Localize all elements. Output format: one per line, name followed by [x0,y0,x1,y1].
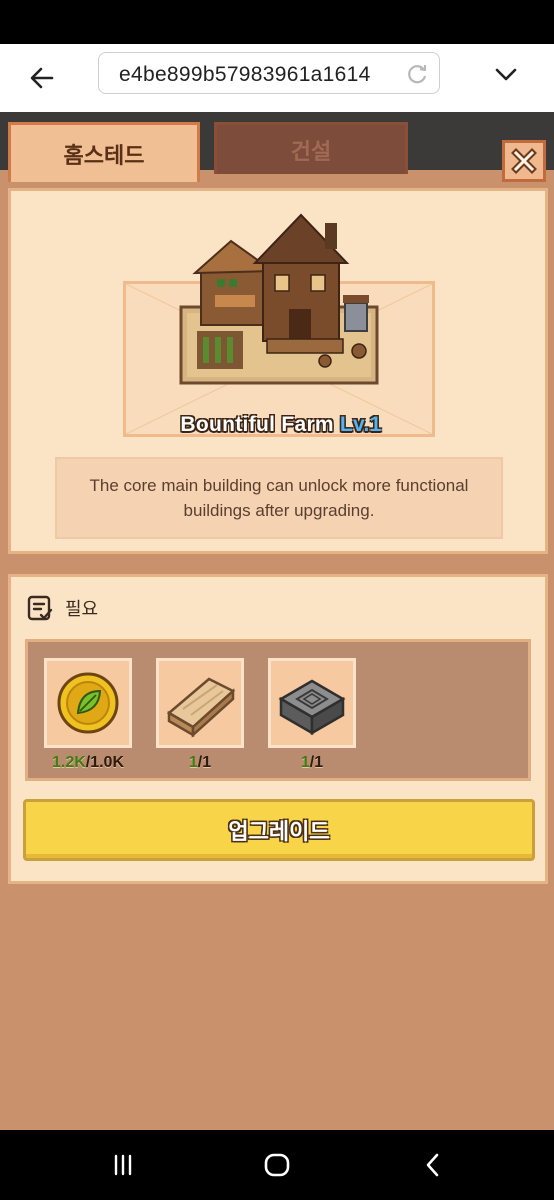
requirement-count-wood: 1/1 [140,754,260,772]
tabs-dropdown-button[interactable] [490,58,522,90]
requirement-slot-wood[interactable] [156,658,244,748]
requirement-need-stone: /1 [309,754,324,771]
recent-apps-icon [114,1154,132,1176]
arrow-left-icon [30,67,54,89]
building-description: The core main building can unlock more f… [89,476,469,520]
requirement-slot-stone[interactable] [268,658,356,748]
address-bar[interactable]: e4be899b57983961a1614 [98,52,440,94]
upgrade-button-label: 업그레이드 [228,819,330,844]
requirement-count-stone: 1/1 [252,754,372,772]
requirement-have-gold: 1.2K [51,754,86,771]
back-nav-button[interactable] [416,1148,450,1182]
requirement-have-wood: 1 [188,754,198,771]
requirement-need-wood: /1 [197,754,212,771]
farm-building-image [179,213,379,385]
close-icon [511,148,537,174]
home-icon [264,1153,290,1177]
home-button[interactable] [260,1148,294,1182]
requirements-title: 필요 [65,599,99,619]
requirements-panel: 필요 1.2K/1.0K 1/1 1/1 업그레이드 [8,574,548,884]
building-level: Lv.1 [339,413,382,436]
requirements-tray: 1.2K/1.0K 1/1 1/1 [25,639,531,781]
building-info-panel: Bountiful Farm Lv.1 The core main buildin… [8,188,548,554]
building-description-box: The core main building can unlock more f… [55,457,503,539]
stone-block-icon [278,679,346,736]
status-bar [0,0,554,44]
recent-apps-button[interactable] [106,1148,140,1182]
upgrade-button[interactable]: 업그레이드 [23,799,535,861]
chevron-down-icon [495,68,517,81]
system-nav-bar [0,1130,554,1200]
reload-icon[interactable] [405,62,429,86]
back-icon [426,1153,439,1177]
gold-coin-icon [57,672,119,734]
game-area: 홈스테드 건설 Bountiful Farm Lv.1 The core mai… [0,112,554,1130]
requirement-have-stone: 1 [300,754,310,771]
tab-construction[interactable]: 건설 [214,122,408,174]
tab-construction-label: 건설 [290,138,332,164]
tab-homestead[interactable]: 홈스테드 [8,122,200,182]
browser-toolbar: e4be899b57983961a1614 [0,44,554,112]
back-button[interactable] [22,58,62,98]
url-text: e4be899b57983961a1614 [119,63,371,86]
requirement-count-gold: 1.2K/1.0K [28,754,148,772]
building-name-label: Bountiful Farm Lv.1 [11,413,551,437]
wood-plank-icon [166,677,236,738]
close-button[interactable] [502,140,546,182]
building-name: Bountiful Farm [180,413,334,436]
requirement-slot-gold[interactable] [44,658,132,748]
tab-homestead-label: 홈스테드 [63,142,145,168]
checklist-icon [27,595,53,621]
requirement-need-gold: /1.0K [85,754,125,771]
